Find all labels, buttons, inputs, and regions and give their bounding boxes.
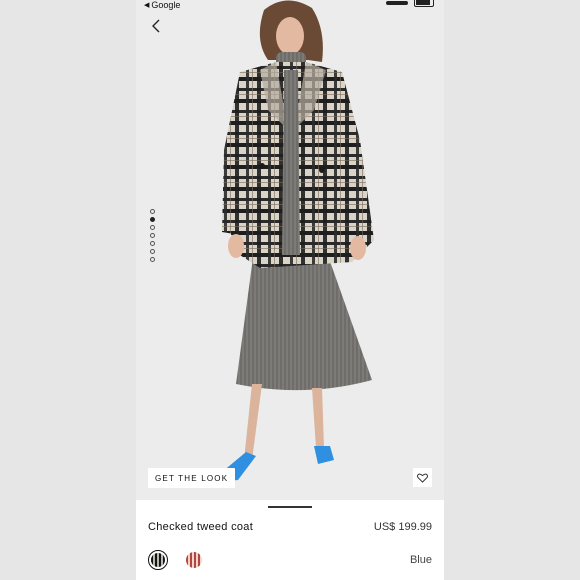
- color-swatch[interactable]: [184, 550, 204, 570]
- pager-dot[interactable]: [150, 209, 155, 214]
- back-app-label: Google: [151, 0, 181, 10]
- favorite-button[interactable]: [413, 468, 432, 487]
- back-triangle-icon: ◀: [144, 2, 150, 9]
- color-swatch-selected[interactable]: [148, 550, 168, 570]
- heart-icon: [417, 473, 428, 483]
- pager-dot-active[interactable]: [150, 217, 155, 222]
- selected-color-label: Blue: [409, 554, 432, 566]
- left-background: [0, 0, 136, 580]
- swatch-pattern: [151, 553, 165, 567]
- product-screen: ◀ Google GET THE LOOK Checked tweed coat…: [136, 0, 444, 580]
- battery-icon: [414, 0, 434, 7]
- status-indicators: [386, 0, 434, 7]
- gallery-pager[interactable]: [150, 209, 155, 262]
- product-price: US$ 199.99: [373, 521, 432, 533]
- sheet-grabber[interactable]: [268, 506, 312, 508]
- chevron-left-icon: [152, 19, 160, 33]
- back-button[interactable]: [146, 16, 166, 36]
- get-the-look-button[interactable]: GET THE LOOK: [148, 468, 236, 488]
- signal-icon: [386, 0, 408, 5]
- pager-dot[interactable]: [150, 225, 155, 230]
- back-to-app[interactable]: ◀ Google: [144, 0, 180, 10]
- pager-dot[interactable]: [150, 257, 155, 262]
- pager-dot[interactable]: [150, 241, 155, 246]
- swatch-pattern: [186, 552, 202, 568]
- product-info-sheet: Checked tweed coat US$ 199.99 Blue: [136, 500, 444, 580]
- product-name: Checked tweed coat: [148, 521, 254, 533]
- right-background: [444, 0, 580, 580]
- pager-dot[interactable]: [150, 249, 155, 254]
- model-illustration: [220, 0, 374, 482]
- product-photo[interactable]: [136, 0, 444, 500]
- pager-dot[interactable]: [150, 233, 155, 238]
